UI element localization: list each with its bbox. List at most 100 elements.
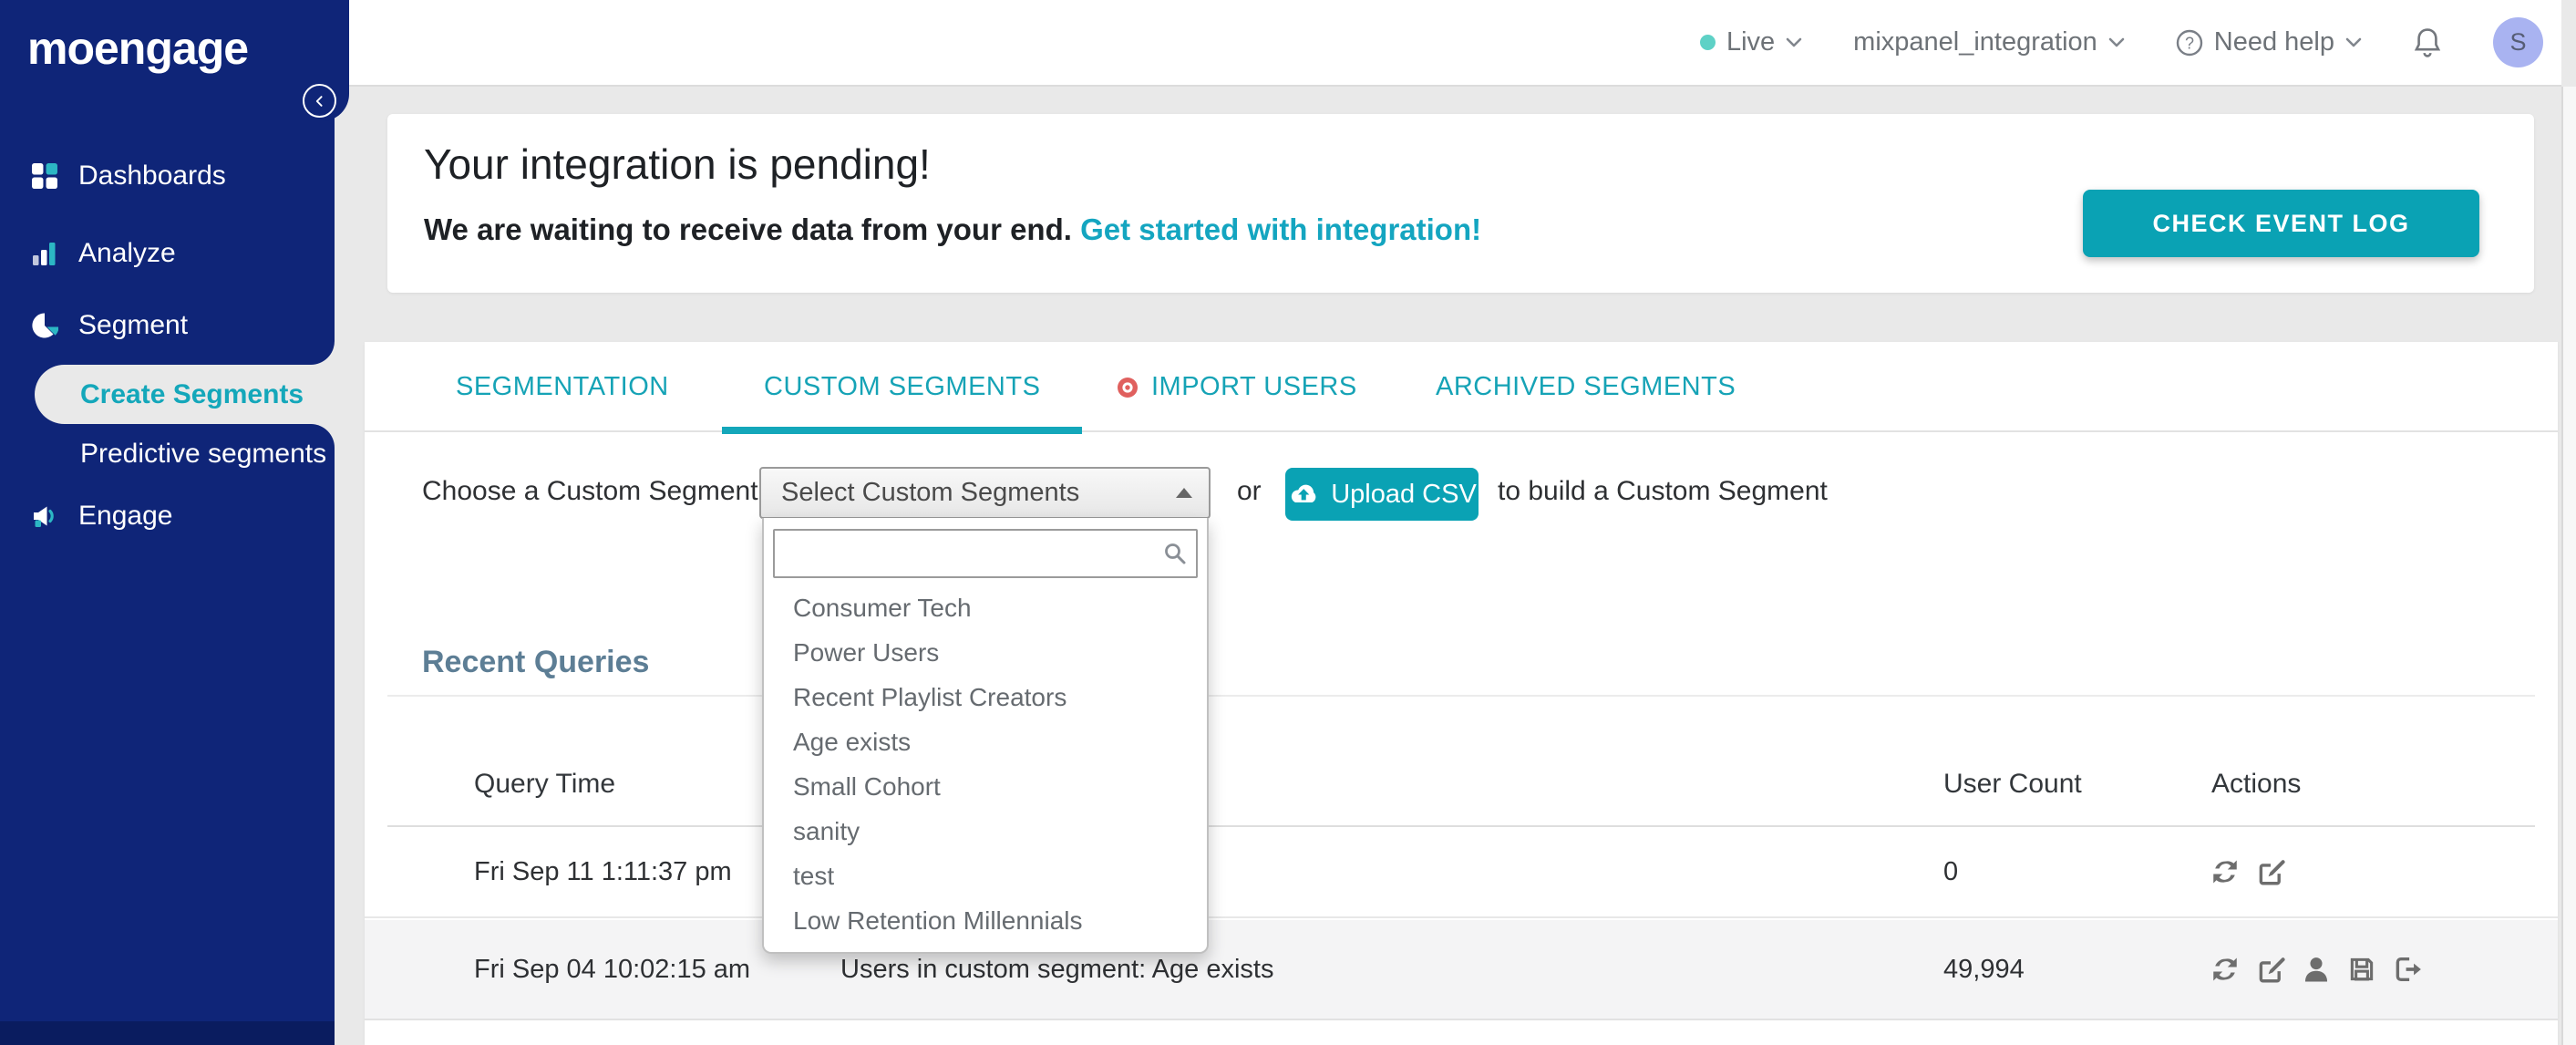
chevron-down-icon: [2345, 37, 2362, 47]
dropdown-option[interactable]: sanity: [764, 809, 1207, 854]
sidebar: Dashboards Analyze Segment Create Segmen…: [0, 0, 335, 1045]
sidebar-footer: [0, 1021, 335, 1045]
chevron-down-icon: [2108, 37, 2125, 47]
table-row: Fri Sep 11 1:11:37 pm 0: [365, 827, 2558, 918]
sidebar-item-predictive-segments[interactable]: Predictive segments: [80, 435, 326, 473]
project-dropdown[interactable]: mixpanel_integration: [1853, 27, 2125, 57]
sidebar-item-analyze[interactable]: Analyze: [31, 234, 176, 273]
dashboards-grid-icon: [32, 163, 57, 189]
sidebar-collapse-button[interactable]: [303, 84, 336, 118]
tab-label: CUSTOM SEGMENTS: [764, 372, 1041, 401]
banner-subtitle-text: We are waiting to receive data from your…: [424, 212, 1072, 246]
dropdown-options-list: Consumer Tech Power Users Recent Playlist …: [764, 585, 1207, 943]
dropdown-option[interactable]: Power Users: [764, 630, 1207, 675]
upload-csv-label: Upload CSV: [1331, 479, 1477, 509]
dropdown-option[interactable]: Low Retention Millennials: [764, 898, 1207, 943]
dropdown-search-input[interactable]: [773, 529, 1198, 578]
user-count-cell: 49,994: [1943, 954, 2025, 984]
custom-segment-dropdown: Consumer Tech Power Users Recent Playlist …: [762, 518, 1209, 954]
sidebar-item-engage[interactable]: Engage: [31, 497, 172, 535]
target-icon: [1118, 377, 1138, 398]
sidebar-header: moengage: [0, 0, 349, 121]
topbar: Live mixpanel_integration ? Need help S: [349, 0, 2561, 87]
query-cell: Users in custom segment: Age exists: [840, 954, 1274, 984]
need-help-dropdown[interactable]: ? Need help: [2176, 27, 2362, 57]
or-text: or: [1237, 476, 1262, 506]
actions-cell: [2210, 856, 2286, 887]
integration-banner: Your integration is pending! We are wait…: [387, 114, 2534, 293]
pie-chart-icon: [32, 313, 58, 338]
banner-title: Your integration is pending!: [424, 140, 931, 188]
live-status-dot: [1699, 35, 1716, 50]
megaphone-icon: [34, 506, 54, 527]
tab-label: IMPORT USERS: [1151, 372, 1357, 401]
select-arrow-up-icon: [1176, 488, 1192, 498]
custom-segment-select[interactable]: Select Custom Segments: [759, 467, 1211, 519]
search-icon: [1165, 543, 1186, 564]
bell-icon: [2414, 27, 2441, 57]
save-icon[interactable]: [2346, 954, 2377, 985]
column-header-user-count: User Count: [1943, 769, 2082, 799]
tab-import-users[interactable]: IMPORT USERS: [1117, 342, 1357, 432]
actions-cell: [2210, 954, 2423, 985]
bar-chart-icon: [33, 243, 56, 265]
cloud-upload-icon: [1292, 484, 1316, 502]
sidebar-item-label: Segment: [78, 310, 189, 340]
banner-subtitle: We are waiting to receive data from your…: [424, 212, 1481, 247]
edit-icon[interactable]: [2255, 954, 2286, 985]
dropdown-option[interactable]: Age exists: [764, 719, 1207, 764]
get-started-link[interactable]: Get started with integration!: [1080, 212, 1481, 246]
need-help-label: Need help: [2213, 27, 2334, 57]
moengage-logo[interactable]: moengage: [27, 22, 249, 75]
recent-queries-title: Recent Queries: [422, 645, 650, 679]
svg-text:?: ?: [2185, 34, 2194, 52]
app-window: Live mixpanel_integration ? Need help S: [0, 0, 2576, 1045]
user-icon[interactable]: [2301, 954, 2332, 985]
query-time-cell: Fri Sep 04 10:02:15 am: [474, 954, 751, 984]
sidebar-item-label: Analyze: [78, 238, 176, 268]
dropdown-option[interactable]: Small Cohort: [764, 764, 1207, 809]
edit-icon[interactable]: [2255, 856, 2286, 887]
check-event-log-button[interactable]: CHECK EVENT LOG: [2083, 190, 2479, 257]
export-icon[interactable]: [2392, 954, 2423, 985]
tab-segmentation[interactable]: SEGMENTATION: [456, 342, 669, 432]
notifications-button[interactable]: [2413, 27, 2442, 58]
environment-label: Live: [1726, 27, 1776, 57]
select-value: Select Custom Segments: [781, 478, 1080, 507]
refresh-icon[interactable]: [2210, 954, 2241, 985]
table-row: Fri Sep 04 10:02:15 am Users in custom s…: [365, 920, 2558, 1020]
refresh-icon[interactable]: [2210, 856, 2241, 887]
dropdown-option[interactable]: Consumer Tech: [764, 585, 1207, 630]
help-icon: ?: [2176, 29, 2202, 56]
dropdown-option[interactable]: Recent Playlist Creators: [764, 675, 1207, 719]
upload-csv-button[interactable]: Upload CSV: [1285, 468, 1479, 521]
tab-label: SEGMENTATION: [456, 372, 669, 401]
sidebar-item-label: Engage: [78, 501, 173, 531]
sidebar-item-label: Dashboards: [78, 160, 226, 191]
sidebar-item-label: Create Segments: [80, 378, 304, 409]
page-scrollbar[interactable]: [2561, 87, 2576, 1045]
query-time-cell: Fri Sep 11 1:11:37 pm: [474, 856, 732, 886]
sidebar-item-dashboards[interactable]: Dashboards: [31, 157, 226, 195]
user-count-cell: 0: [1943, 856, 1959, 886]
project-name: mixpanel_integration: [1853, 27, 2097, 57]
tab-label: ARCHIVED SEGMENTS: [1436, 372, 1736, 401]
column-header-actions: Actions: [2211, 769, 2302, 799]
chevron-left-icon: [315, 95, 323, 107]
sidebar-item-create-segments[interactable]: Create Segments: [35, 365, 335, 424]
divider: [387, 695, 2535, 697]
sidebar-item-segment[interactable]: Segment: [31, 306, 188, 345]
column-header-query-time: Query Time: [474, 769, 616, 799]
tabs-row: SEGMENTATION CUSTOM SEGMENTS IMPORT USER…: [365, 342, 2558, 434]
chevron-down-icon: [1786, 37, 1802, 47]
environment-dropdown[interactable]: Live: [1699, 27, 1802, 57]
tab-custom-segments[interactable]: CUSTOM SEGMENTS: [721, 342, 1083, 434]
pill-notch-top: [311, 341, 335, 365]
sidebar-item-label: Predictive segments: [80, 439, 327, 469]
build-custom-segment-text: to build a Custom Segment: [1498, 476, 1828, 506]
choose-custom-segment-label: Choose a Custom Segment:: [422, 476, 766, 506]
tab-archived-segments[interactable]: ARCHIVED SEGMENTS: [1436, 342, 1736, 432]
segments-panel: SEGMENTATION CUSTOM SEGMENTS IMPORT USER…: [365, 342, 2558, 1045]
dropdown-option[interactable]: test: [764, 854, 1207, 898]
avatar[interactable]: S: [2493, 17, 2543, 67]
